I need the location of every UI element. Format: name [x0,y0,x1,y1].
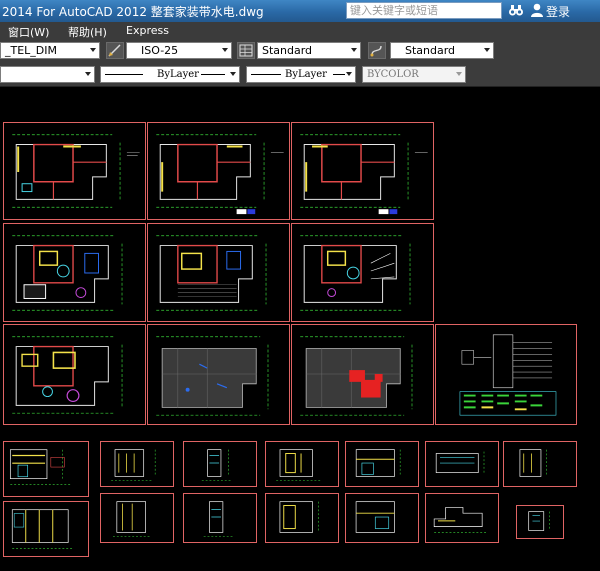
drawing-sheet[interactable] [3,441,89,497]
login-link[interactable]: 登录 [546,3,570,20]
elevation-drawing [279,501,319,533]
lineweight-dropdown[interactable]: ByLayer [246,66,356,83]
drawing-sheet[interactable] [435,324,577,425]
elevation-drawing [201,449,233,481]
dim-style-value: ISO-25 [141,44,179,57]
chevron-down-icon [346,72,352,76]
drawing-sheet[interactable] [516,505,564,539]
menu-express[interactable]: Express [126,24,169,37]
styles-toolbar: _TEL_DIM ISO-25 Standard Standard [0,40,600,62]
drawing-sheet[interactable] [3,501,89,557]
plot-style-dropdown: BYCOLOR [362,66,466,83]
drawing-sheet[interactable] [100,493,174,543]
drawing-sheet[interactable] [503,441,577,487]
chevron-down-icon [456,72,462,76]
linetype-preview [105,74,143,75]
drawing-sheet[interactable] [183,441,257,487]
properties-toolbar: ByLayer ByLayer BYCOLOR [0,62,600,87]
multileader-style-dropdown[interactable]: Standard [390,42,494,59]
chevron-down-icon [85,72,91,76]
lineweight-value: ByLayer [285,69,327,80]
elevation-drawing [355,501,395,533]
drawing-sheet[interactable] [3,324,146,425]
section-drawing [433,507,488,533]
search-input[interactable] [347,4,501,17]
multileader-style-icon[interactable] [368,42,386,59]
cabinet-elevation-drawing [11,509,74,549]
drawing-sheet[interactable] [345,441,419,487]
drawing-sheet[interactable] [147,223,290,322]
detail-drawing [528,511,550,531]
elevation-drawing [203,501,233,537]
elevation-drawing [355,449,401,477]
chevron-down-icon [484,48,490,52]
floor-plan-drawing [12,134,140,208]
chevron-down-icon [351,48,357,52]
elevation-drawing [519,449,547,477]
binoculars-icon[interactable] [508,2,524,18]
window-title: 2014 For AutoCAD 2012 整套家装带水电.dwg [2,5,264,19]
drawing-sheet[interactable] [265,493,339,543]
elevation-drawing [113,501,152,537]
text-style-value: _TEL_DIM [5,44,58,57]
drawing-sheet[interactable] [345,493,419,543]
chevron-down-icon [90,48,96,52]
elevation-drawing [276,449,321,481]
linetype-dropdown[interactable]: ByLayer [100,66,240,83]
drawing-sheet[interactable] [425,493,499,543]
furniture-plan-drawing [156,235,267,311]
drawing-sheet[interactable] [425,441,499,487]
title-bar: 2014 For AutoCAD 2012 整套家装带水电.dwg 登录 [0,0,600,22]
plot-style-value: BYCOLOR [367,69,419,80]
user-icon[interactable] [529,2,545,18]
plumbing-plan-drawing [300,336,413,416]
furniture-plan-drawing [12,235,123,311]
dimension-style-icon[interactable] [106,42,124,59]
text-style-dropdown[interactable]: _TEL_DIM [0,42,100,59]
drawing-canvas[interactable] [0,87,600,571]
table-style-icon[interactable] [237,42,255,59]
drawing-sheet[interactable] [147,324,290,425]
drawing-sheet[interactable] [265,441,339,487]
lineweight-preview-tail [333,74,345,75]
table-style-value: Standard [262,44,313,57]
dim-style-dropdown[interactable]: ISO-25 [126,42,232,59]
menu-bar: 窗口(W) 帮助(H) Express [0,22,600,40]
multileader-style-value: Standard [405,44,456,57]
ceiling-plan-drawing [12,336,123,414]
elevation-drawing [111,449,156,481]
chevron-down-icon [230,72,236,76]
linetype-preview-tail [201,74,225,75]
color-dropdown[interactable] [0,66,95,83]
drawing-sheet[interactable] [100,441,174,487]
wiring-diagram-drawing [459,334,557,416]
drawing-sheet[interactable] [291,223,434,322]
menu-help[interactable]: 帮助(H) [68,24,107,40]
search-field[interactable] [346,2,502,19]
floor-plan-drawing [156,134,284,215]
furniture-plan-drawing [300,235,411,311]
lineweight-preview [251,74,281,75]
drawing-sheet[interactable] [3,223,146,322]
floor-plan-drawing [300,134,428,215]
drawing-sheet[interactable] [291,324,434,425]
chevron-down-icon [222,48,228,52]
elevation-drawing [435,451,485,475]
linetype-value: ByLayer [157,69,199,80]
elevation-drawing [9,449,73,485]
drawing-sheet[interactable] [147,122,290,220]
electrical-plan-drawing [156,336,269,416]
drawing-sheet[interactable] [291,122,434,220]
drawing-sheet[interactable] [183,493,257,543]
drawing-sheet[interactable] [3,122,146,220]
table-style-dropdown[interactable]: Standard [257,42,361,59]
menu-window[interactable]: 窗口(W) [8,24,49,40]
